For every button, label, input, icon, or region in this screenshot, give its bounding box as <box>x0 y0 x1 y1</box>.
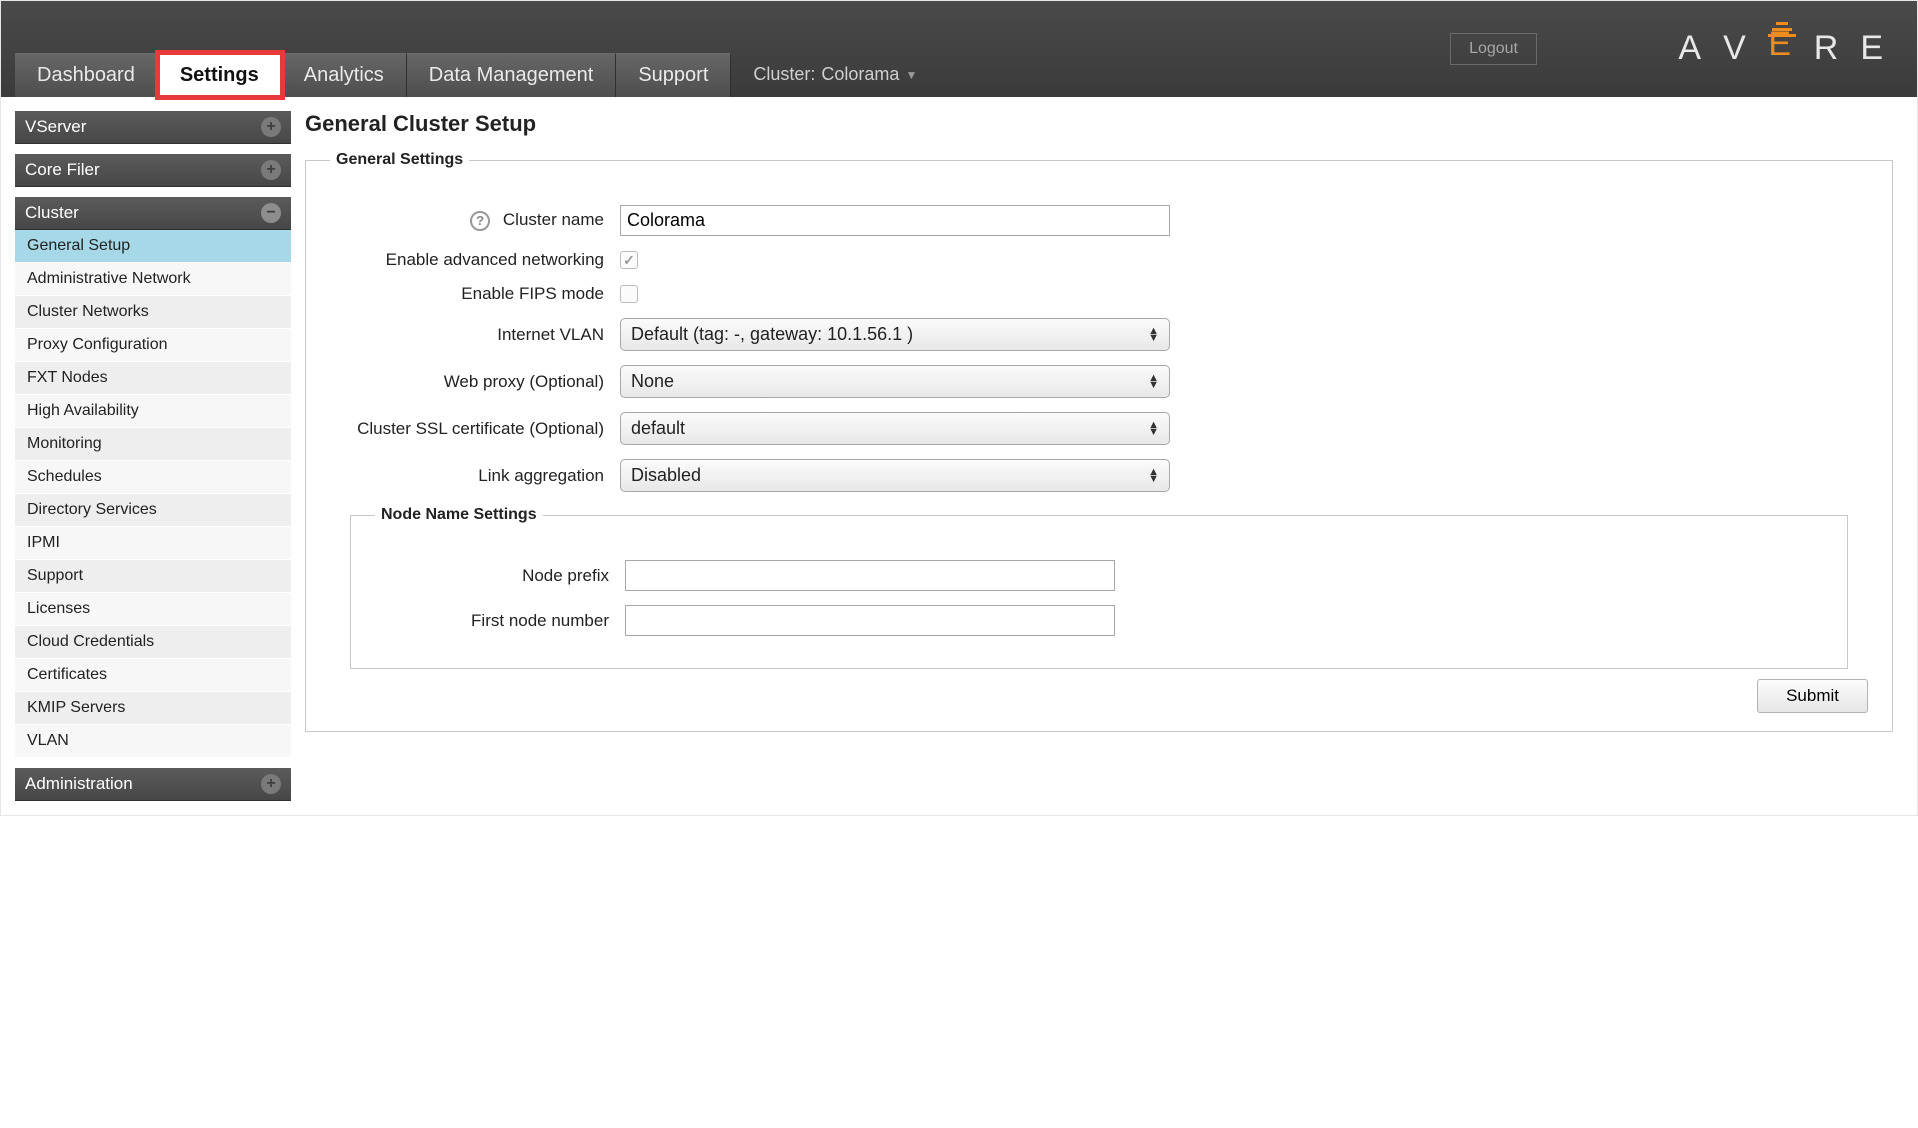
logout-button[interactable]: Logout <box>1450 33 1537 65</box>
sidebar-item-general-setup[interactable]: General Setup <box>15 230 291 263</box>
main-tabs: Dashboard Settings Analytics Data Manage… <box>15 53 917 97</box>
vlan-select[interactable]: Default (tag: -, gateway: 10.1.56.1 ) ▲▼ <box>620 318 1170 351</box>
tab-support[interactable]: Support <box>616 53 731 97</box>
sidebar-item-proxy-config[interactable]: Proxy Configuration <box>15 329 291 362</box>
sidebar-item-admin-network[interactable]: Administrative Network <box>15 263 291 296</box>
sidebar-section-label: Cluster <box>25 203 79 223</box>
adv-networking-label: Enable advanced networking <box>330 250 620 270</box>
cluster-selector[interactable]: Cluster: Colorama ▼ <box>731 64 917 97</box>
sidebar-section-label: Core Filer <box>25 160 100 180</box>
tab-data-management[interactable]: Data Management <box>407 53 617 97</box>
ssl-value: default <box>631 418 685 438</box>
logo-letter: A <box>1678 29 1705 68</box>
cluster-name-input[interactable] <box>620 205 1170 236</box>
page-title: General Cluster Setup <box>305 111 1893 137</box>
updown-icon: ▲▼ <box>1148 375 1159 389</box>
ssl-select[interactable]: default ▲▼ <box>620 412 1170 445</box>
main-content: General Cluster Setup General Settings ?… <box>305 111 1903 801</box>
tab-settings[interactable]: Settings <box>158 53 282 97</box>
cluster-name: Colorama <box>821 64 899 85</box>
sidebar-section-label: Administration <box>25 774 133 794</box>
cluster-prefix: Cluster: <box>753 64 815 85</box>
logo-letter: R <box>1814 29 1843 68</box>
sidebar-item-certificates[interactable]: Certificates <box>15 659 291 692</box>
sidebar-item-high-availability[interactable]: High Availability <box>15 395 291 428</box>
first-node-input[interactable] <box>625 605 1115 636</box>
chevron-down-icon: ▼ <box>905 68 917 82</box>
ssl-label: Cluster SSL certificate (Optional) <box>330 419 620 439</box>
sidebar-section-label: VServer <box>25 117 86 137</box>
plus-icon <box>261 117 281 137</box>
general-settings-group: General Settings ? Cluster name Enable a… <box>305 151 1893 732</box>
tab-analytics[interactable]: Analytics <box>282 53 407 97</box>
sidebar-cluster-items: General Setup Administrative Network Clu… <box>15 230 291 758</box>
sidebar-item-vlan[interactable]: VLAN <box>15 725 291 758</box>
logo-letter: E <box>1860 29 1887 68</box>
sidebar-section-vserver[interactable]: VServer <box>15 111 291 144</box>
proxy-select[interactable]: None ▲▼ <box>620 365 1170 398</box>
top-header: Logout A V E R E Dashboard Settings Anal… <box>1 1 1917 97</box>
fips-checkbox[interactable] <box>620 285 638 303</box>
adv-networking-checkbox[interactable] <box>620 251 638 269</box>
updown-icon: ▲▼ <box>1148 422 1159 436</box>
node-settings-legend: Node Name Settings <box>375 506 543 524</box>
logo-letter: V <box>1723 29 1750 68</box>
sidebar-item-monitoring[interactable]: Monitoring <box>15 428 291 461</box>
sidebar-section-administration[interactable]: Administration <box>15 768 291 801</box>
sidebar-item-licenses[interactable]: Licenses <box>15 593 291 626</box>
brand-logo: A V E R E <box>1678 29 1887 68</box>
sidebar-item-schedules[interactable]: Schedules <box>15 461 291 494</box>
node-name-settings-group: Node Name Settings Node prefix First nod… <box>350 506 1848 669</box>
vlan-value: Default (tag: -, gateway: 10.1.56.1 ) <box>631 324 913 344</box>
sidebar-item-directory-services[interactable]: Directory Services <box>15 494 291 527</box>
sidebar-item-fxt-nodes[interactable]: FXT Nodes <box>15 362 291 395</box>
logo-letter-accent: E <box>1768 38 1796 60</box>
node-prefix-label: Node prefix <box>375 566 625 586</box>
help-icon[interactable]: ? <box>470 211 490 231</box>
updown-icon: ▲▼ <box>1148 469 1159 483</box>
first-node-label: First node number <box>375 611 625 631</box>
sidebar-section-cluster[interactable]: Cluster <box>15 197 291 230</box>
plus-icon <box>261 774 281 794</box>
sidebar-item-cluster-networks[interactable]: Cluster Networks <box>15 296 291 329</box>
sidebar-item-cloud-credentials[interactable]: Cloud Credentials <box>15 626 291 659</box>
sidebar-item-kmip-servers[interactable]: KMIP Servers <box>15 692 291 725</box>
proxy-label: Web proxy (Optional) <box>330 372 620 392</box>
vlan-label: Internet VLAN <box>330 325 620 345</box>
link-agg-select[interactable]: Disabled ▲▼ <box>620 459 1170 492</box>
updown-icon: ▲▼ <box>1148 328 1159 342</box>
submit-button[interactable]: Submit <box>1757 679 1868 713</box>
tab-dashboard[interactable]: Dashboard <box>15 53 158 97</box>
settings-sidebar: VServer Core Filer Cluster General Setup… <box>15 111 291 801</box>
fips-label: Enable FIPS mode <box>330 284 620 304</box>
sidebar-item-ipmi[interactable]: IPMI <box>15 527 291 560</box>
node-prefix-input[interactable] <box>625 560 1115 591</box>
general-settings-legend: General Settings <box>330 151 469 169</box>
proxy-value: None <box>631 371 674 391</box>
plus-icon <box>261 160 281 180</box>
sidebar-section-corefiler[interactable]: Core Filer <box>15 154 291 187</box>
minus-icon <box>261 203 281 223</box>
link-agg-value: Disabled <box>631 465 701 485</box>
sidebar-item-support[interactable]: Support <box>15 560 291 593</box>
link-agg-label: Link aggregation <box>330 466 620 486</box>
cluster-name-label: ? Cluster name <box>330 210 620 231</box>
